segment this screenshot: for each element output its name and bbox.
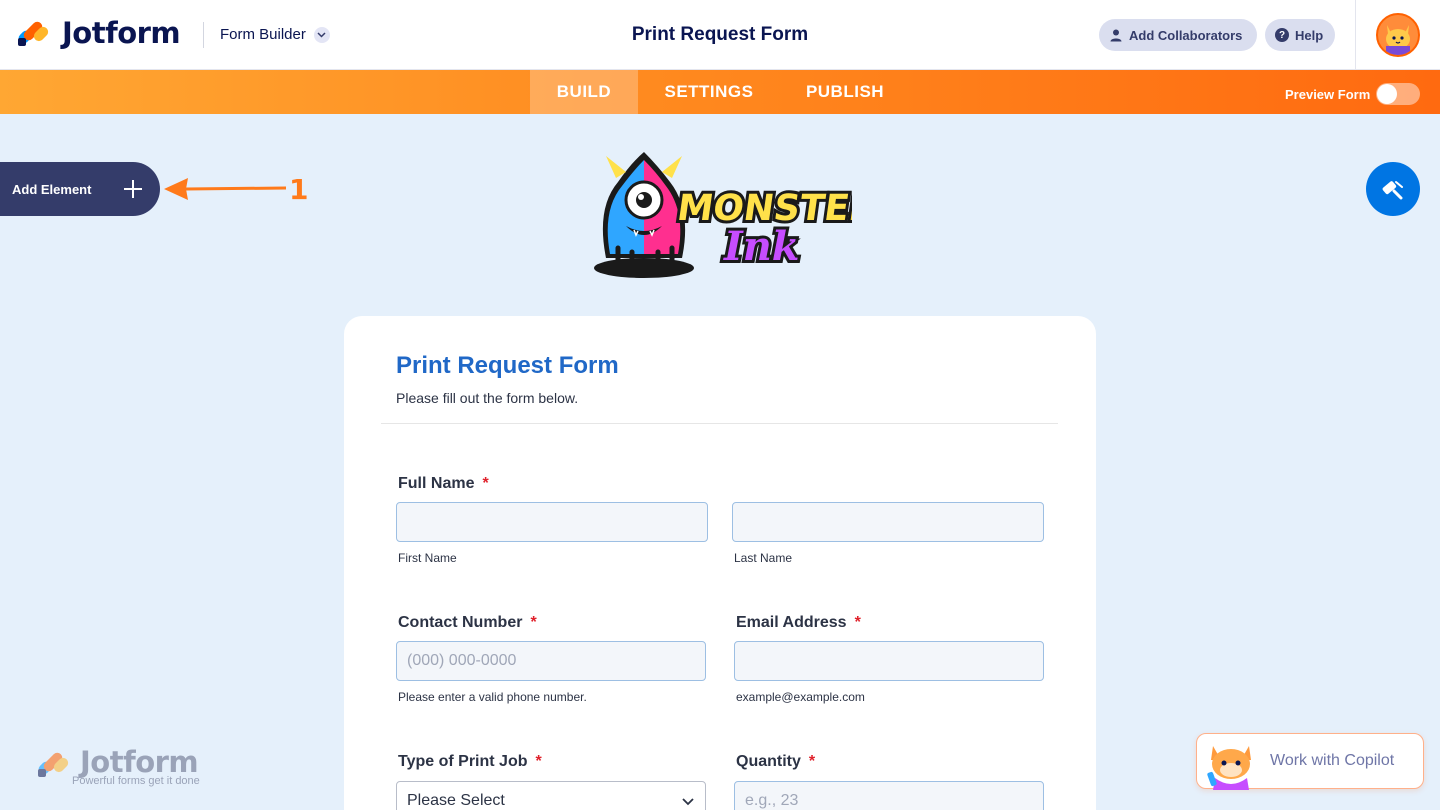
add-collaborators-button[interactable]: Add Collaborators	[1099, 19, 1257, 51]
annotation-number: 1	[289, 173, 309, 206]
paint-roller-icon	[1382, 181, 1403, 200]
required-marker: *	[482, 475, 489, 492]
work-with-copilot-button[interactable]: Work with Copilot	[1196, 733, 1424, 790]
form-heading-divider	[381, 423, 1058, 424]
svg-text:Ink: Ink	[723, 223, 800, 270]
form-title-header[interactable]: Print Request Form	[632, 24, 808, 45]
required-marker: *	[808, 753, 816, 770]
form-heading[interactable]: Print Request Form	[396, 352, 619, 380]
contact-number-placeholder: (000) 000-0000	[407, 652, 517, 669]
email-address-label-text: Email Address	[736, 614, 847, 631]
email-address-input[interactable]	[734, 641, 1044, 681]
quantity-input[interactable]: e.g., 23	[734, 781, 1044, 810]
email-address-label[interactable]: Email Address *	[736, 614, 861, 632]
full-name-label-text: Full Name	[398, 475, 475, 492]
user-icon	[1109, 28, 1123, 42]
first-name-sublabel: First Name	[398, 551, 457, 565]
chevron-down-icon	[313, 26, 330, 43]
tab-publish[interactable]: PUBLISH	[780, 70, 910, 114]
help-label: Help	[1295, 27, 1324, 43]
form-builder-label: Form Builder	[220, 26, 306, 43]
form-subheading[interactable]: Please fill out the form below.	[396, 390, 578, 406]
add-element-button[interactable]: Add Element	[0, 162, 160, 216]
top-header: Jotform Form Builder Print Request Form …	[0, 0, 1440, 70]
print-type-selected: Please Select	[407, 792, 505, 809]
help-icon: ?	[1275, 28, 1289, 42]
required-marker: *	[854, 614, 861, 631]
form-designer-button[interactable]	[1366, 162, 1420, 216]
quantity-label[interactable]: Quantity *	[736, 753, 815, 771]
watermark-brand: Jotform	[80, 745, 199, 779]
cat-avatar-icon	[1378, 15, 1418, 55]
last-name-sublabel: Last Name	[734, 551, 793, 565]
jotform-logo-text: Jotform	[62, 16, 181, 50]
watermark-tagline: Powerful forms get it done	[72, 775, 200, 787]
monsters-ink-logo: MONSTERS MONSTERS Ink Ink	[594, 152, 852, 278]
toggle-knob	[1377, 84, 1398, 104]
required-marker: *	[530, 614, 537, 631]
jotform-logo-icon	[16, 16, 51, 50]
tab-build[interactable]: BUILD	[530, 70, 638, 114]
quantity-placeholder: e.g., 23	[745, 792, 799, 809]
required-marker: *	[535, 753, 542, 770]
jotform-logo[interactable]: Jotform	[16, 16, 181, 50]
header-divider	[203, 22, 204, 48]
contact-number-sublabel: Please enter a valid phone number.	[398, 690, 587, 704]
avatar[interactable]	[1376, 13, 1420, 57]
builder-nav-bar: BUILD SETTINGS PUBLISH Preview Form	[0, 70, 1440, 114]
jotform-watermark[interactable]: Jotform Powerful forms get it done	[36, 745, 218, 790]
copilot-cat-icon	[1207, 746, 1251, 790]
monsters-ink-wordmark: MONSTERS MONSTERS Ink Ink	[672, 183, 852, 273]
last-name-input[interactable]	[732, 502, 1044, 542]
preview-form-toggle[interactable]	[1376, 83, 1421, 105]
contact-number-label[interactable]: Contact Number *	[398, 614, 537, 632]
print-type-select[interactable]: Please Select	[396, 781, 706, 810]
print-type-label-text: Type of Print Job	[398, 753, 528, 770]
preview-form-label: Preview Form	[1285, 86, 1371, 102]
print-type-label[interactable]: Type of Print Job *	[398, 753, 542, 771]
form-builder-dropdown[interactable]: Form Builder	[220, 26, 330, 43]
contact-number-input[interactable]: (000) 000-0000	[396, 641, 706, 681]
form-card: Print Request Form Please fill out the f…	[344, 316, 1096, 810]
header-divider-right	[1355, 0, 1356, 70]
full-name-label[interactable]: Full Name *	[398, 475, 489, 493]
tab-settings[interactable]: SETTINGS	[638, 70, 780, 114]
preview-form-toggle-group[interactable]: Preview Form	[1285, 83, 1421, 105]
annotation-arrow-icon	[164, 178, 287, 200]
add-collaborators-label: Add Collaborators	[1129, 27, 1243, 43]
first-name-input[interactable]	[396, 502, 708, 542]
chevron-down-icon	[682, 798, 694, 806]
email-address-sublabel: example@example.com	[736, 690, 865, 704]
plus-icon	[124, 180, 142, 198]
add-element-label: Add Element	[12, 181, 92, 197]
contact-number-label-text: Contact Number	[398, 614, 523, 631]
quantity-label-text: Quantity	[736, 753, 801, 770]
jotform-watermark-icon	[36, 747, 71, 781]
help-button[interactable]: ? Help	[1265, 19, 1335, 51]
copilot-label: Work with Copilot	[1270, 752, 1395, 769]
